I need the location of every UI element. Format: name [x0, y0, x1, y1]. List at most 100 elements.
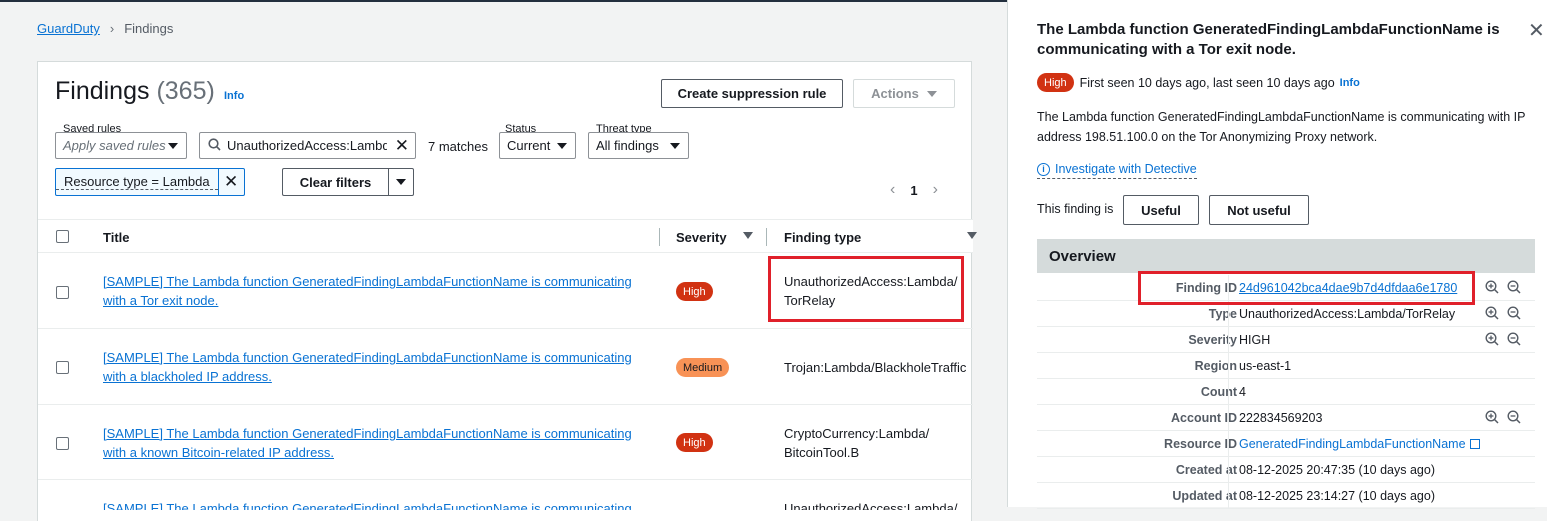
- actions-button[interactable]: Actions: [853, 79, 955, 108]
- remove-filter-icon[interactable]: ✕: [217, 169, 244, 195]
- finding-title-link[interactable]: [SAMPLE] The Lambda function GeneratedFi…: [103, 348, 633, 386]
- finding-type: CryptoCurrency:Lambda/ BitcoinTool.B: [784, 426, 930, 460]
- overview-label: Severity: [1188, 333, 1237, 347]
- divider: [1228, 405, 1229, 431]
- severity-badge: High: [676, 433, 713, 452]
- overview-value: 08-12-2025 23:14:27 (10 days ago): [1239, 489, 1435, 503]
- highlight-box-finding-id: [1138, 271, 1475, 305]
- finding-title-link[interactable]: [SAMPLE] The Lambda function GeneratedFi…: [103, 424, 633, 462]
- next-page-icon[interactable]: ›: [933, 181, 938, 199]
- clear-filters-button[interactable]: Clear filters: [282, 168, 388, 196]
- overview-row-created-at: Created at 08-12-2025 20:47:35 (10 days …: [1037, 457, 1535, 483]
- zoom-out-icon[interactable]: [1507, 280, 1521, 294]
- caret-down-icon: [557, 143, 567, 149]
- create-suppression-rule-label: Create suppression rule: [677, 86, 827, 101]
- findings-info-link[interactable]: Info: [224, 90, 244, 102]
- seen-text: First seen 10 days ago, last seen 10 day…: [1079, 75, 1335, 90]
- filter-token[interactable]: Resource type = Lambda ✕: [55, 168, 245, 196]
- useful-prompt: This finding is: [1037, 202, 1114, 216]
- findings-heading: Findings: [55, 77, 150, 105]
- close-icon[interactable]: ✕: [1528, 18, 1545, 43]
- severity-badge: High: [676, 282, 713, 301]
- divider: [1228, 457, 1229, 483]
- zoom-in-icon[interactable]: [1485, 410, 1499, 424]
- search-input[interactable]: UnauthorizedAccess:Lambda/TorRelay ✕: [199, 132, 416, 159]
- zoom-out-icon[interactable]: [1507, 410, 1521, 424]
- overview-value: 4: [1239, 385, 1246, 399]
- column-divider[interactable]: [766, 228, 767, 246]
- clear-filters-label: Clear filters: [299, 174, 372, 190]
- create-suppression-rule-button[interactable]: Create suppression rule: [661, 79, 843, 108]
- caret-down-icon: [926, 90, 937, 97]
- info-circle-icon: i: [1037, 162, 1050, 176]
- overview-header: Overview: [1037, 239, 1535, 273]
- breadcrumb: GuardDuty › Findings: [37, 21, 173, 36]
- matches-count: 7 matches: [428, 139, 488, 154]
- finding-detail-drawer: The Lambda function GeneratedFindingLamb…: [1007, 0, 1547, 509]
- overview-value: 222834569203: [1239, 411, 1323, 425]
- useful-button[interactable]: Useful: [1123, 195, 1199, 225]
- not-useful-button[interactable]: Not useful: [1209, 195, 1309, 225]
- severity-badge: High: [1037, 73, 1074, 92]
- search-value: UnauthorizedAccess:Lambda/TorRelay: [227, 138, 387, 153]
- breadcrumb-guardduty-link[interactable]: GuardDuty: [37, 21, 100, 36]
- column-finding-type[interactable]: Finding type: [784, 230, 861, 245]
- useful-label: Useful: [1141, 202, 1181, 218]
- overview-value: us-east-1: [1239, 359, 1292, 373]
- finding-title-link[interactable]: [SAMPLE] The Lambda function GeneratedFi…: [103, 272, 633, 310]
- investigate-label: Investigate with Detective: [1055, 162, 1197, 176]
- zoom-out-icon[interactable]: [1507, 332, 1521, 346]
- finding-description: The Lambda function GeneratedFindingLamb…: [1037, 110, 1526, 144]
- overview-label: Region: [1194, 359, 1237, 373]
- severity-badge: Medium: [676, 358, 730, 377]
- saved-rules-select[interactable]: Apply saved rules: [55, 132, 187, 159]
- search-icon: [208, 137, 221, 154]
- row-checkbox[interactable]: [56, 361, 69, 374]
- divider: [1228, 431, 1229, 457]
- investigate-with-detective-link[interactable]: i Investigate with Detective: [1037, 162, 1197, 179]
- divider: [1228, 353, 1229, 379]
- zoom-out-icon[interactable]: [1507, 306, 1521, 320]
- clear-search-icon[interactable]: ✕: [395, 136, 409, 156]
- divider: [1228, 379, 1229, 405]
- row-checkbox[interactable]: [56, 286, 69, 299]
- row-checkbox[interactable]: [56, 437, 69, 450]
- drawer-severity-line: High First seen 10 days ago, last seen 1…: [1037, 73, 1360, 92]
- previous-page-icon[interactable]: ‹: [890, 181, 895, 199]
- finding-title-link[interactable]: [SAMPLE] The Lambda function GeneratedFi…: [103, 499, 633, 510]
- not-useful-label: Not useful: [1227, 202, 1291, 218]
- divider: [1228, 327, 1229, 353]
- table-row[interactable]: [SAMPLE] The Lambda function GeneratedFi…: [38, 405, 973, 480]
- overview-row-resource-id: Resource ID GeneratedFindingLambdaFuncti…: [1037, 431, 1535, 457]
- threat-type-select[interactable]: All findings: [588, 132, 689, 159]
- clear-filters-dropdown[interactable]: [388, 168, 414, 196]
- pagination: ‹ 1 ›: [890, 181, 938, 199]
- sort-descending-icon[interactable]: [743, 232, 753, 239]
- resource-id-link[interactable]: GeneratedFindingLambdaFunctionName: [1239, 437, 1480, 451]
- column-severity[interactable]: Severity: [676, 230, 727, 245]
- overview-label: Resource ID: [1164, 437, 1237, 451]
- threat-type-value: All findings: [596, 138, 659, 153]
- actions-label: Actions: [871, 86, 919, 101]
- caret-down-icon: [670, 143, 680, 149]
- status-select[interactable]: Current: [499, 132, 576, 159]
- zoom-in-icon[interactable]: [1485, 280, 1499, 294]
- table-row[interactable]: [SAMPLE] The Lambda function GeneratedFi…: [38, 329, 973, 405]
- breadcrumb-current: Findings: [124, 21, 174, 36]
- sort-icon[interactable]: [967, 232, 977, 239]
- external-link-icon: [1469, 439, 1480, 449]
- overview-value: 08-12-2025 20:47:35 (10 days ago): [1239, 463, 1435, 477]
- overview-value: HIGH: [1239, 333, 1271, 347]
- overview-label: Count: [1200, 385, 1237, 399]
- page-number[interactable]: 1: [910, 183, 917, 198]
- column-title[interactable]: Title: [103, 230, 130, 245]
- table-row[interactable]: [SAMPLE] The Lambda function GeneratedFi…: [38, 480, 973, 510]
- drawer-info-link[interactable]: Info: [1340, 77, 1360, 89]
- select-all-checkbox[interactable]: [56, 230, 69, 243]
- chevron-right-icon: ›: [109, 21, 115, 36]
- zoom-in-icon[interactable]: [1485, 306, 1499, 320]
- resource-id-text: GeneratedFindingLambdaFunctionName: [1239, 437, 1466, 451]
- zoom-in-icon[interactable]: [1485, 332, 1499, 346]
- finding-type: Trojan:Lambda/BlackholeTraffic: [784, 360, 967, 375]
- column-divider[interactable]: [659, 228, 660, 246]
